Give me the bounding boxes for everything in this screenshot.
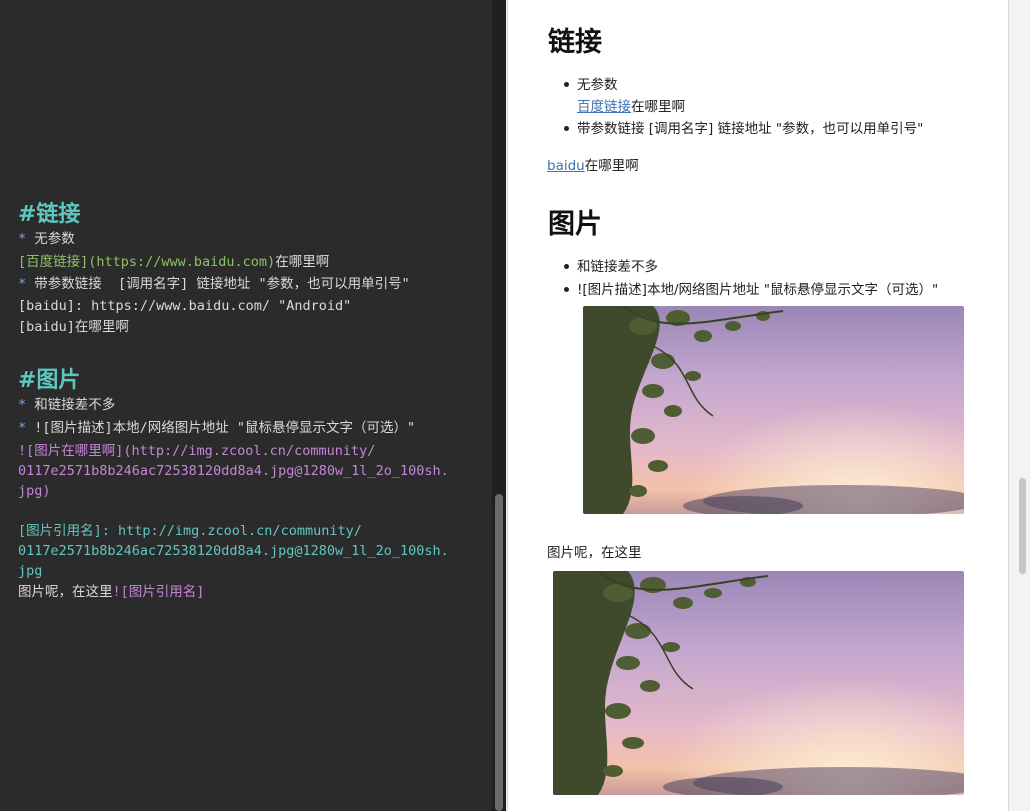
editor-image-syntax: ![图片在哪里啊](http://img.zcool.cn/community/ xyxy=(18,443,376,459)
sunset-vine-photo xyxy=(583,306,964,514)
preview-heading-image: 图片 xyxy=(548,209,602,240)
image-caption: 图片呢，在这里 xyxy=(547,545,642,561)
editor-line: * ![图片描述]本地/网络图片地址 "鼠标悬停显示文字（可选）" xyxy=(18,418,415,438)
list-item: 和链接差不多 xyxy=(577,259,658,275)
list-item-continuation: 百度链接在哪里啊 xyxy=(577,96,685,118)
editor-line: * 和链接差不多 xyxy=(18,395,115,415)
editor-line: [baidu]: https://www.baidu.com/ "Android… xyxy=(18,298,352,314)
editor-text: ![图片描述]本地/网络图片地址 "鼠标悬停显示文字（可选）" xyxy=(34,420,416,436)
editor-image-ref-def: jpg xyxy=(18,563,43,579)
list-item: 带参数链接 [调用名字] 链接地址 "参数，也可以用单引号" xyxy=(577,121,924,137)
editor-line: * 带参数链接 [调用名字] 链接地址 "参数，也可以用单引号" xyxy=(18,274,410,294)
editor-line: [百度链接](https://www.baidu.com)在哪里啊 xyxy=(18,252,329,272)
editor-image-syntax: 0117e2571b8b246ac72538120dd8a4.jpg@1280w… xyxy=(18,463,449,479)
preview-text: 在哪里啊 xyxy=(631,99,685,115)
editor-link-syntax: [百度链接](https://www.baidu.com) xyxy=(18,254,276,270)
editor-bullet: * xyxy=(18,397,27,413)
editor-line: [baidu]在哪里啊 xyxy=(18,319,129,335)
list-bullet xyxy=(564,264,569,269)
paragraph: baidu在哪里啊 xyxy=(547,155,639,177)
sunset-vine-photo xyxy=(553,571,964,795)
preview-scrollbar[interactable] xyxy=(1014,0,1030,811)
editor-image-ref-use: ![图片引用名] xyxy=(112,584,205,600)
list-item: ![图片描述]本地/网络图片地址 "鼠标悬停显示文字（可选）" xyxy=(577,282,939,298)
editor-text: 图片呢，在这里 xyxy=(18,584,113,600)
baidu-hyperlink[interactable]: 百度链接 xyxy=(577,99,631,115)
editor-text: 在哪里啊 xyxy=(275,254,330,270)
editor-image-ref-def: 0117e2571b8b246ac72538120dd8a4.jpg@1280w… xyxy=(18,543,449,559)
editor-line: * 无参数 xyxy=(18,229,75,249)
editor-text: 无参数 xyxy=(34,231,75,247)
editor-scrollbar[interactable] xyxy=(492,0,506,811)
editor-text: 和链接差不多 xyxy=(34,397,116,413)
markdown-preview[interactable]: 链接 无参数 百度链接在哪里啊 带参数链接 [调用名字] 链接地址 "参数，也可… xyxy=(507,0,1009,811)
editor-line: 图片呢，在这里![图片引用名] xyxy=(18,582,204,602)
markdown-editor[interactable]: #链接 * 无参数 [百度链接](https://www.baidu.com)在… xyxy=(0,0,492,811)
preview-text: 在哪里啊 xyxy=(584,158,639,174)
list-bullet xyxy=(564,287,569,292)
editor-scrollbar-thumb[interactable] xyxy=(495,494,503,811)
editor-bullet: * xyxy=(18,276,27,292)
editor-bullet: * xyxy=(18,420,27,436)
preview-scrollbar-thumb[interactable] xyxy=(1019,478,1026,574)
editor-text: 带参数链接 [调用名字] 链接地址 "参数，也可以用单引号" xyxy=(34,276,410,292)
list-bullet xyxy=(564,82,569,87)
list-bullet xyxy=(564,126,569,131)
editor-heading-link: #链接 xyxy=(18,202,81,227)
editor-heading-image: #图片 xyxy=(18,368,81,393)
baidu-ref-hyperlink[interactable]: baidu xyxy=(547,158,585,174)
editor-bullet: * xyxy=(18,231,27,247)
editor-image-ref-def: [图片引用名]: http://img.zcool.cn/community/ xyxy=(18,523,362,539)
rendered-image xyxy=(583,306,964,514)
list-item: 无参数 xyxy=(577,77,618,93)
rendered-image xyxy=(553,571,964,795)
preview-heading-link: 链接 xyxy=(548,27,602,58)
editor-image-syntax: jpg) xyxy=(18,483,51,499)
